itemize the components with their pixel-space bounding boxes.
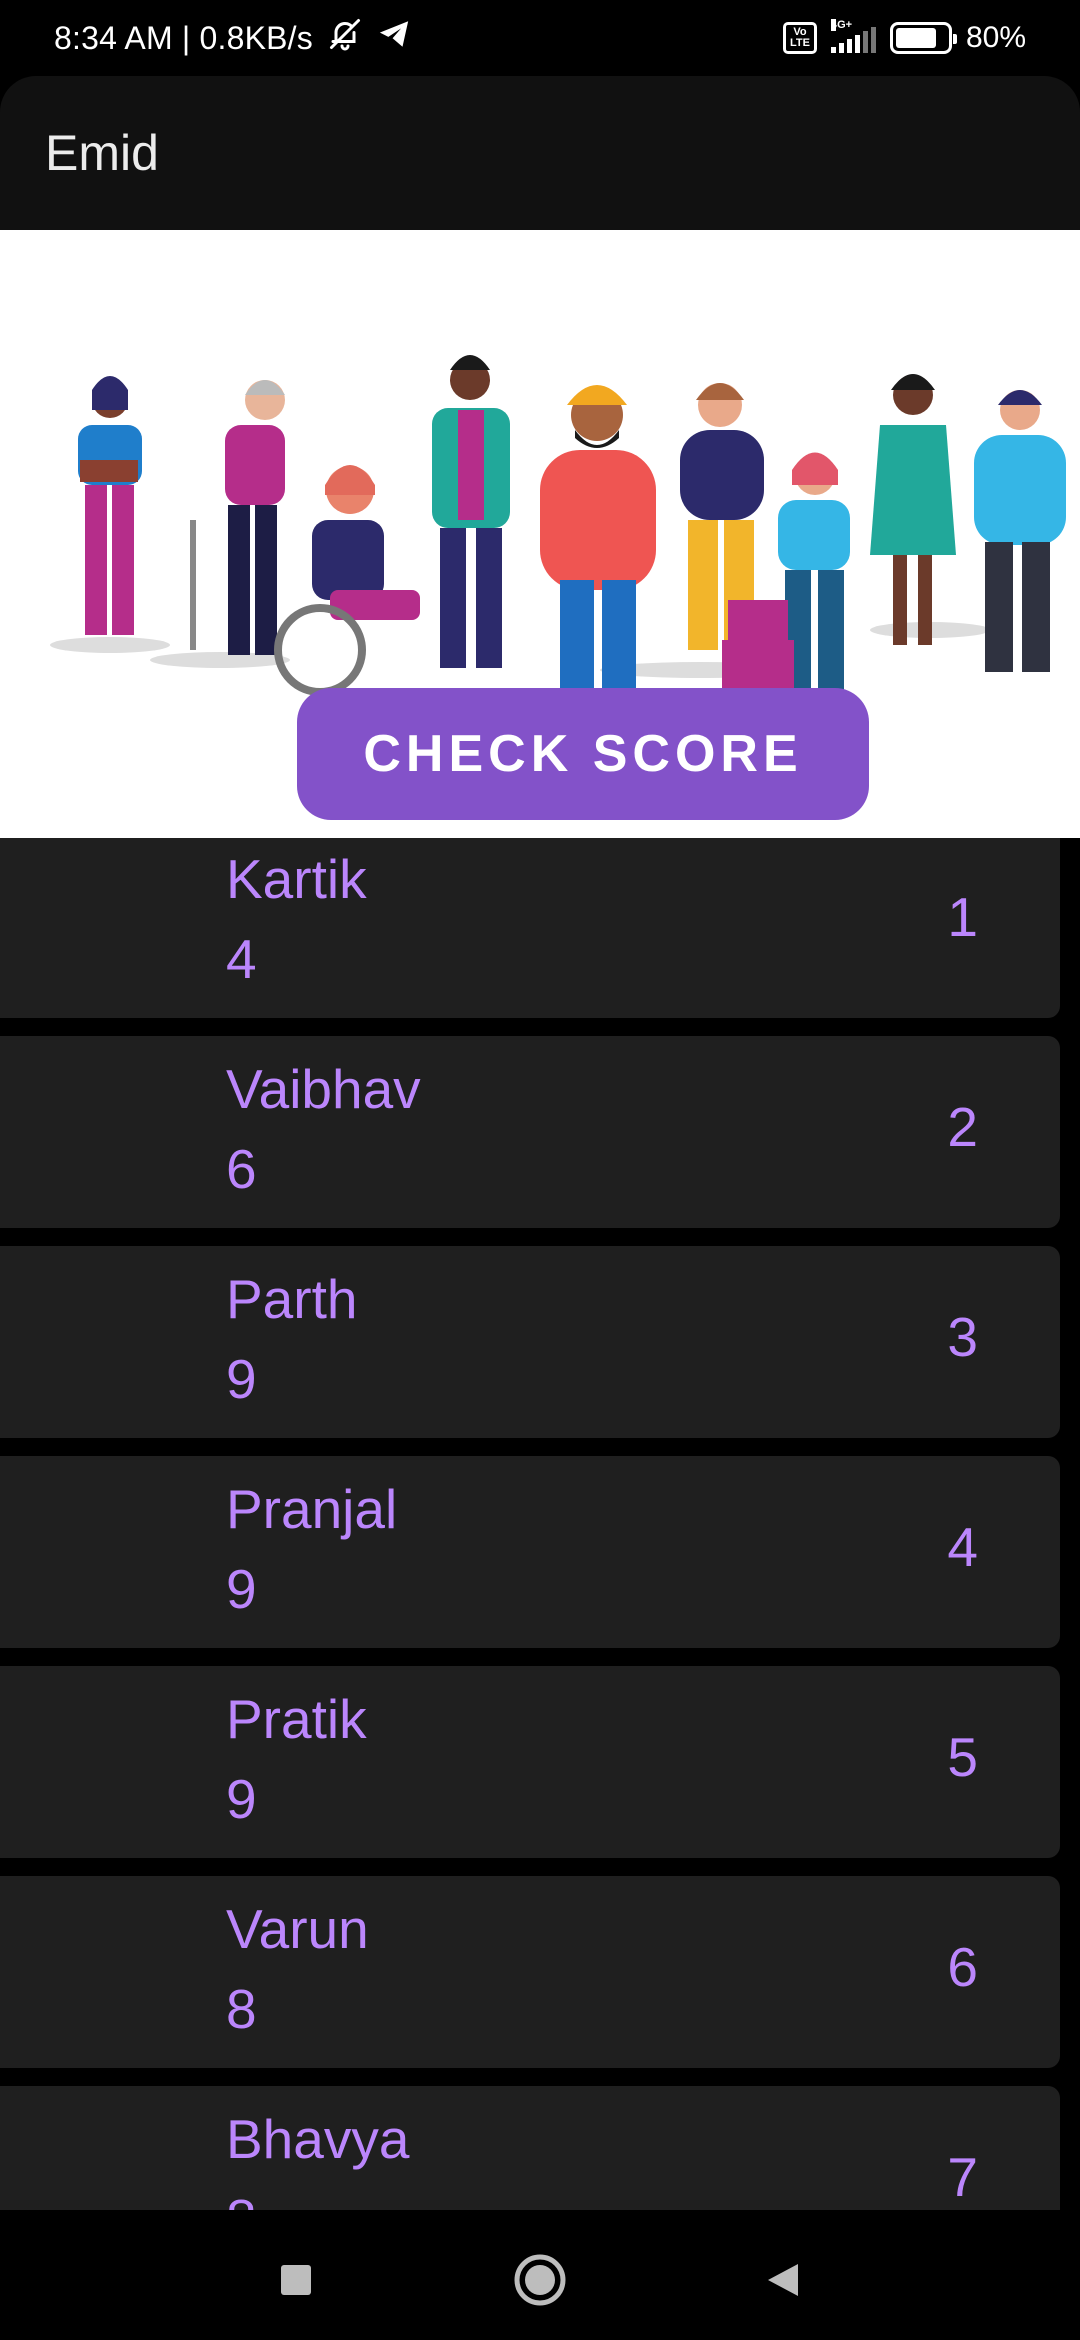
screen: 8:34 AM | 0.8KB/s Vo LTE 4G+ 80% Emid CH… [0,0,1080,2340]
player-rank: 3 [947,1306,978,1368]
signal-icon: 4G+ [830,19,876,53]
player-name: Pranjal [226,1478,398,1540]
status-bar: 8:34 AM | 0.8KB/s Vo LTE 4G+ 80% [0,0,1080,76]
leaderboard-row[interactable]: Parth 9 3 [0,1246,1060,1438]
battery-fill [895,28,936,48]
player-score: 6 [226,1138,257,1200]
player-score: 9 [226,1558,257,1620]
player-score: 9 [226,1768,257,1830]
player-score: 8 [226,1978,257,2040]
check-score-button[interactable]: CHECK SCORE [297,688,869,820]
square-icon[interactable] [266,2250,326,2310]
leaderboard-list[interactable]: Kartik 4 1 Vaibhav 6 2 Parth 9 3 Pranjal 9 4 Pratik 9… [0,838,1080,2210]
volte-icon: Vo LTE [782,22,817,54]
leaderboard-row[interactable]: Pratik 9 5 [0,1666,1060,1858]
player-name: Kartik [226,848,367,910]
battery-percent: 80% [965,21,1026,54]
leaderboard-row[interactable]: Varun 8 6 [0,1876,1060,2068]
player-score: 8 [226,2184,257,2210]
player-name: Parth [226,1268,358,1330]
leaderboard-row[interactable]: Vaibhav 6 2 [0,1036,1060,1228]
player-rank: 7 [947,2146,978,2208]
app-bar: Emid [0,76,1080,230]
player-rank: 2 [947,1096,978,1158]
player-name: Bhavya [226,2108,410,2170]
telegram-icon [377,17,411,59]
leaderboard-row[interactable]: Bhavya 8 7 [0,2086,1060,2210]
player-rank: 1 [947,886,978,948]
triangle-back-icon[interactable] [754,2250,814,2310]
network-type-label: 4G+ [830,19,853,31]
status-time-speed: 8:34 AM | 0.8KB/s [54,19,313,56]
player-rank: 4 [947,1516,978,1578]
volte-bottom-label: LTE [789,37,810,49]
player-score: 9 [226,1348,257,1410]
battery-icon [889,22,957,54]
player-name: Vaibhav [226,1058,421,1120]
circle-icon[interactable] [510,2250,570,2310]
player-name: Varun [226,1898,369,1960]
app-title: Emid [45,125,159,181]
leaderboard-row[interactable]: Kartik 4 1 [0,838,1060,1018]
navigation-bar [0,2210,1080,2340]
player-name: Pratik [226,1688,367,1750]
player-score: 4 [226,928,257,990]
player-rank: 5 [947,1726,978,1788]
leaderboard-row[interactable]: Pranjal 9 4 [0,1456,1060,1648]
bell-off-icon [327,16,363,60]
player-rank: 6 [947,1936,978,1998]
